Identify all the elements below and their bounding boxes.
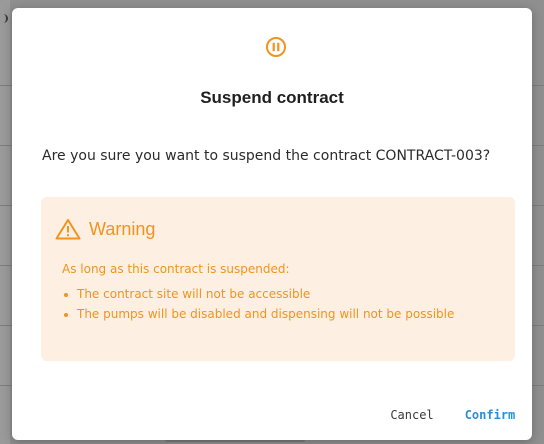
warning-panel: Warning As long as this contract is susp… — [41, 197, 515, 361]
warning-triangle-icon — [55, 219, 81, 240]
warning-list-item: The contract site will not be accessible — [62, 285, 492, 304]
warning-title: Warning — [89, 218, 156, 239]
suspend-contract-dialog: Suspend contract Are you sure you want t… — [12, 8, 532, 440]
warning-list: The contract site will not be accessible… — [62, 285, 492, 325]
dialog-title: Suspend contract — [200, 88, 344, 107]
pause-circle-icon — [266, 37, 286, 57]
warning-header: Warning — [55, 217, 155, 241]
warning-list-item: The pumps will be disabled and dispensin… — [62, 305, 492, 324]
confirmation-message: Are you sure you want to suspend the con… — [42, 148, 491, 164]
warning-intro: As long as this contract is suspended: — [62, 262, 290, 276]
cancel-button[interactable]: Cancel — [387, 406, 437, 424]
background-page-edge — [0, 0, 10, 444]
confirm-button[interactable]: Confirm — [459, 406, 521, 424]
